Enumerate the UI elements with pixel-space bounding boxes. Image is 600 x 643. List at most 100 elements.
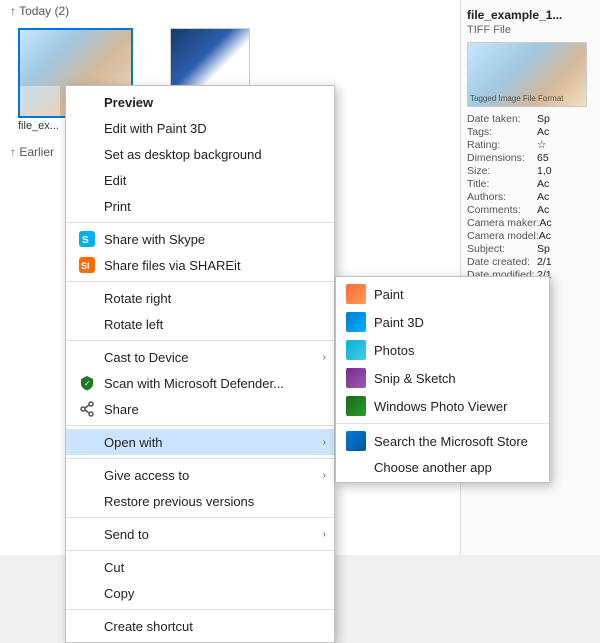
menu-item-give-access-to[interactable]: Give access to› [66, 462, 334, 488]
file-label-1: file_ex... [18, 120, 59, 132]
property-value: Sp [537, 113, 550, 125]
svg-text:SI: SI [81, 261, 90, 271]
property-key: Date created: [467, 256, 537, 268]
menu-item-share-with-skype[interactable]: SShare with Skype [66, 226, 334, 252]
empty-icon [78, 348, 96, 366]
properties-list: Date taken:SpTags:AcRating:☆Dimensions:6… [467, 113, 594, 281]
empty-icon [78, 466, 96, 484]
empty-icon [78, 289, 96, 307]
submenu-item-photos[interactable]: Photos [336, 336, 549, 364]
shareit-icon: SI [78, 256, 96, 274]
property-key: Size: [467, 165, 537, 177]
property-row: Authors:Ac [467, 191, 594, 203]
menu-item-edit-with-paint-3d[interactable]: Edit with Paint 3D [66, 115, 334, 141]
menu-item-send-to[interactable]: Send to › [66, 521, 334, 547]
submenu-item-label: Paint 3D [374, 315, 424, 330]
menu-item-label: Share files via SHAREit [104, 258, 241, 273]
empty-icon [78, 433, 96, 451]
menu-item-rotate-left[interactable]: Rotate left [66, 311, 334, 337]
menu-item-share[interactable]: Share [66, 396, 334, 422]
menu-item-cut[interactable]: Cut [66, 554, 334, 580]
menu-item-label: Restore previous versions [104, 494, 254, 509]
property-value: Sp [537, 243, 550, 255]
menu-item-open-with[interactable]: Open with› [66, 429, 334, 455]
property-row: Rating:☆ [467, 139, 594, 151]
menu-item-cast-to-device[interactable]: Cast to Device › [66, 344, 334, 370]
menu-item-edit[interactable]: Edit [66, 167, 334, 193]
menu-separator [66, 550, 334, 551]
property-row: Tags:Ac [467, 126, 594, 138]
store-app-icon [346, 431, 366, 451]
menu-item-set-as-desktop-background[interactable]: Set as desktop background [66, 141, 334, 167]
property-key: Camera maker: [467, 217, 539, 229]
photos-app-icon [346, 340, 366, 360]
property-value: 65 [537, 152, 549, 164]
menu-item-label: Cast to Device [104, 350, 189, 365]
svg-text:S: S [82, 235, 89, 246]
svg-text:✓: ✓ [84, 379, 91, 388]
menu-separator [66, 458, 334, 459]
property-row: Comments:Ac [467, 204, 594, 216]
submenu-item-paint-3d[interactable]: Paint 3D [336, 308, 549, 336]
menu-item-label: Give access to [104, 468, 189, 483]
empty-icon [78, 171, 96, 189]
property-value: 1,0 [537, 165, 552, 177]
submenu-item-label: Photos [374, 343, 414, 358]
menu-item-label: Send to [104, 527, 149, 542]
property-value: Ac [537, 191, 549, 203]
menu-item-scan-with-microsoft-defender...[interactable]: ✓ Scan with Microsoft Defender... [66, 370, 334, 396]
submenu-item-label: Search the Microsoft Store [374, 434, 528, 449]
menu-item-label: Rotate left [104, 317, 163, 332]
menu-item-restore-previous-versions[interactable]: Restore previous versions [66, 488, 334, 514]
menu-separator [66, 222, 334, 223]
menu-item-copy[interactable]: Copy [66, 580, 334, 606]
empty-icon [78, 197, 96, 215]
property-key: Dimensions: [467, 152, 537, 164]
menu-item-label: Cut [104, 560, 124, 575]
menu-item-label: Set as desktop background [104, 147, 262, 162]
submenu-item-windows-photo-viewer[interactable]: Windows Photo Viewer [336, 392, 549, 420]
menu-item-label: Create shortcut [104, 619, 193, 634]
defender-icon: ✓ [78, 374, 96, 392]
menu-separator [66, 281, 334, 282]
submenu-item-choose-another-app[interactable]: Choose another app [336, 455, 549, 479]
menu-item-share-files-via-shareit[interactable]: SI Share files via SHAREit [66, 252, 334, 278]
property-value: Ac [539, 230, 551, 242]
submenu-item-label: Snip & Sketch [374, 371, 456, 386]
property-row: Size:1,0 [467, 165, 594, 177]
earlier-label: ↑ Earlier [10, 145, 54, 159]
submenu-arrow-icon: › [323, 352, 326, 363]
property-row: Camera maker:Ac [467, 217, 594, 229]
menu-item-label: Preview [104, 95, 153, 110]
property-value: Ac [537, 178, 549, 190]
menu-item-preview[interactable]: Preview [66, 89, 334, 115]
submenu-arrow-icon: › [323, 437, 326, 448]
property-value: Ac [537, 204, 549, 216]
today-label: ↑ Today (2) [10, 4, 69, 18]
menu-item-label: Rotate right [104, 291, 171, 306]
submenu-item-label: Windows Photo Viewer [374, 399, 507, 414]
menu-item-label: Copy [104, 586, 134, 601]
submenu-item-search-the-microsoft-store[interactable]: Search the Microsoft Store [336, 427, 549, 455]
empty-icon [78, 315, 96, 333]
empty-icon [78, 492, 96, 510]
snip-app-icon [346, 368, 366, 388]
menu-item-create-shortcut[interactable]: Create shortcut [66, 613, 334, 639]
panel-file-type: TIFF File [467, 24, 594, 36]
menu-item-label: Scan with Microsoft Defender... [104, 376, 284, 391]
photoviewer-app-icon [346, 396, 366, 416]
menu-item-print[interactable]: Print [66, 193, 334, 219]
property-key: Subject: [467, 243, 537, 255]
property-key: Camera model: [467, 230, 539, 242]
menu-separator [66, 609, 334, 610]
property-row: Camera model:Ac [467, 230, 594, 242]
menu-item-label: Share [104, 402, 139, 417]
panel-thumbnail [467, 42, 587, 107]
submenu-arrow-icon: › [323, 529, 326, 540]
submenu-separator [336, 423, 549, 424]
submenu-item-paint[interactable]: Paint [336, 280, 549, 308]
property-row: Subject:Sp [467, 243, 594, 255]
submenu-item-snip-&-sketch[interactable]: Snip & Sketch [336, 364, 549, 392]
context-menu: Preview Edit with Paint 3D Set as desktop … [65, 85, 335, 643]
menu-item-rotate-right[interactable]: Rotate right [66, 285, 334, 311]
